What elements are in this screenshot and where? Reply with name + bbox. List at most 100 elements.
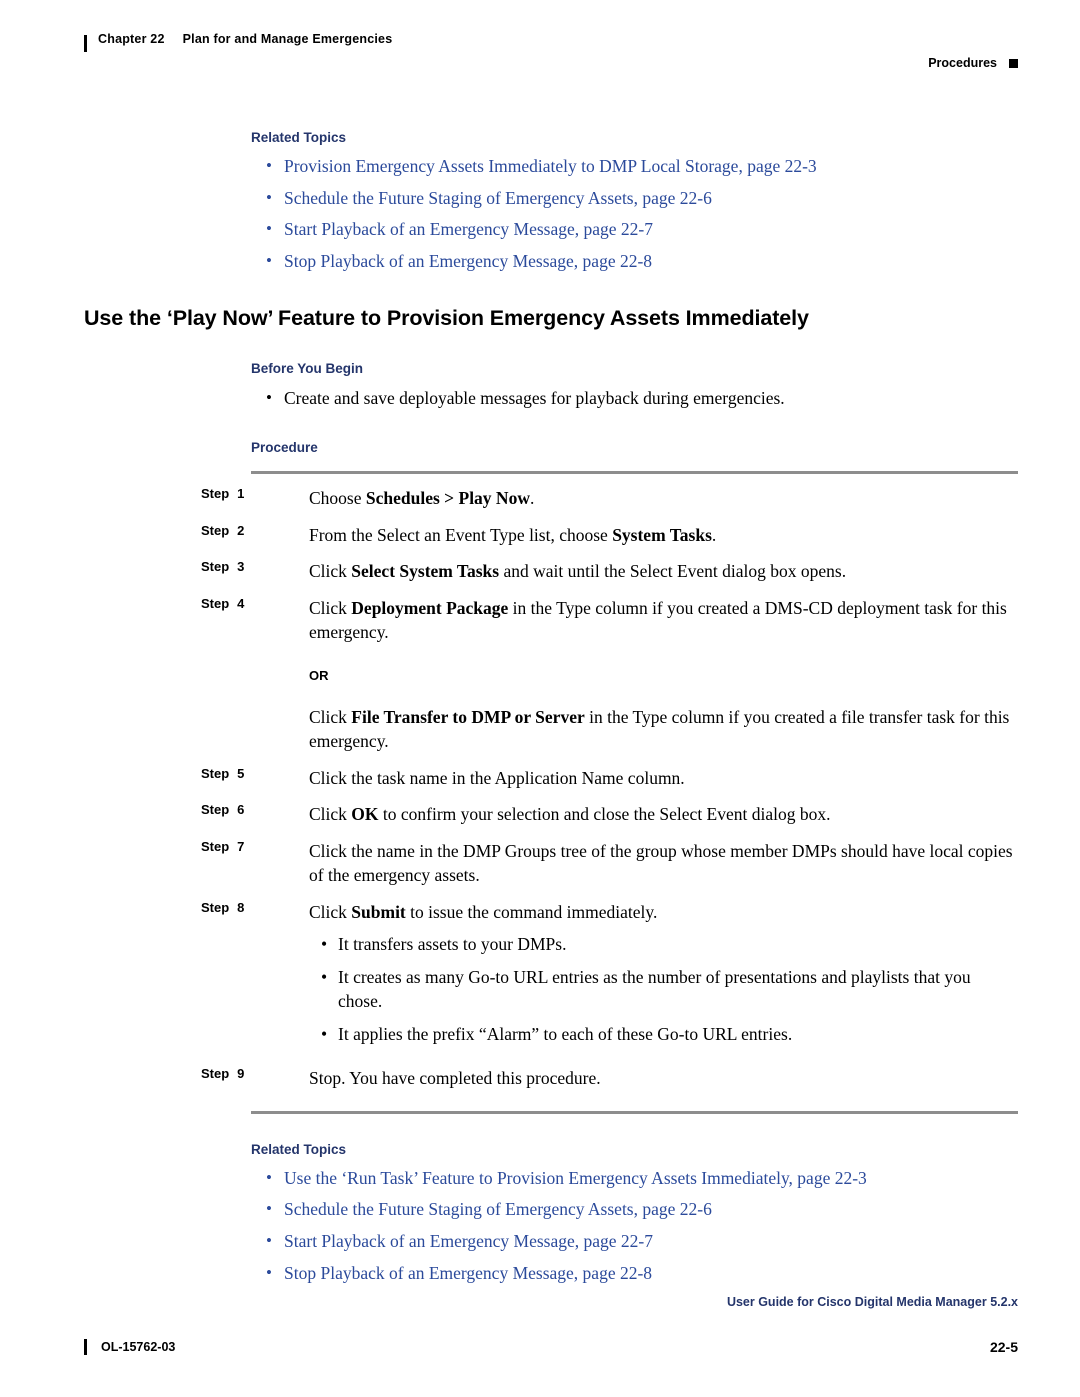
procedure-bottom-rule (251, 1110, 1018, 1114)
step-text: Choose Schedules > Play Now. (309, 486, 1018, 511)
step-alternate-text: Click File Transfer to DMP or Server in … (309, 705, 1018, 754)
step-text-cell: Click Select System Tasks and wait until… (309, 559, 1018, 596)
step-index: 5 (237, 765, 245, 781)
list-item: • It creates as many Go-to URL entries as… (309, 965, 1018, 1014)
list-item[interactable]: • Start Playback of an Emergency Message,… (84, 1230, 1018, 1254)
step-number-cell: Step 7 (201, 839, 309, 900)
step-text-run: Click (309, 561, 352, 581)
substep-text: It applies the prefix “Alarm” to each of… (338, 1023, 793, 1044)
step-number-cell: Step 5 (201, 766, 309, 803)
step-number-cell: Step 3 (201, 559, 309, 596)
step-index: 4 (237, 595, 245, 611)
bullet-icon: • (266, 1262, 272, 1282)
header-section-marker: Procedures (928, 56, 1018, 70)
step-text-run: to confirm your selection and close the … (378, 804, 831, 825)
step-text: Click OK to confirm your selection and c… (309, 802, 1018, 827)
substep-text: It transfers assets to your DMPs. (338, 934, 567, 955)
related-link[interactable]: Schedule the Future Staging of Emergency… (284, 1199, 712, 1219)
step-number-cell: Step 4 (201, 596, 309, 766)
related-topics-list-top: • Provision Emergency Assets Immediately … (84, 155, 1018, 274)
substep-text: It creates as many Go-to URL entries as … (338, 966, 971, 1012)
step-number-cell: Step 9 (201, 1066, 309, 1103)
step-row: Step 8 Click Submit to issue the command i… (201, 900, 1018, 1067)
header-chapter-info: Chapter 22 Plan for and Manage Emergenci… (84, 32, 393, 52)
step-text-cell: Click Submit to issue the command immedi… (309, 900, 1018, 1067)
list-item[interactable]: • Start Playback of an Emergency Message,… (84, 218, 1018, 242)
bullet-icon: • (321, 934, 328, 955)
related-link[interactable]: Start Playback of an Emergency Message, … (284, 219, 653, 239)
step-emphasis: System Tasks (612, 524, 712, 545)
bullet-icon: • (266, 187, 272, 207)
step-text-run: Click (309, 706, 352, 727)
step-row: Step 2 From the Select an Event Type list,… (201, 523, 1018, 560)
step-row: Step 4 Click Deployment Package in the Typ… (201, 596, 1018, 766)
step-emphasis: Submit (351, 901, 406, 922)
document-page: Chapter 22 Plan for and Manage Emergenci… (0, 0, 1080, 1397)
step-text-cell: Click Deployment Package in the Type col… (309, 596, 1018, 766)
related-link[interactable]: Start Playback of an Emergency Message, … (284, 1231, 653, 1251)
step-text-run: Click the name in the DMP Groups tree of… (309, 840, 1013, 886)
step-text-run: and wait until the Select Event dialog b… (499, 561, 847, 581)
list-item[interactable]: • Schedule the Future Staging of Emergenc… (84, 187, 1018, 211)
doc-number-label: OL-15762-03 (101, 1340, 176, 1354)
bullet-icon: • (266, 156, 272, 175)
list-item[interactable]: • Stop Playback of an Emergency Message, … (84, 1262, 1018, 1286)
header-rule-mark (84, 35, 87, 52)
step-text-run: From the Select an Event Type list, choo… (309, 524, 613, 545)
step-emphasis: Deployment Package (351, 597, 509, 618)
list-item: • Create and save deployable messages for… (84, 386, 1018, 411)
before-you-begin-item: Create and save deployable messages for … (284, 387, 785, 408)
step-emphasis: Schedules > Play Now (365, 488, 530, 508)
step-row: Step 6 Click OK to confirm your selection … (201, 802, 1018, 839)
step-number-cell: Step 6 (201, 802, 309, 839)
step-text-cell: Choose Schedules > Play Now. (309, 486, 1018, 523)
step-index: 7 (237, 838, 245, 854)
step-text-cell: Stop. You have completed this procedure. (309, 1066, 1018, 1103)
step-label: Step (201, 1066, 230, 1082)
related-link[interactable]: Schedule the Future Staging of Emergency… (284, 188, 712, 208)
procedure-steps-table: Step 1 Choose Schedules > Play Now. Step 2 Fr… (201, 486, 1018, 1103)
related-topics-heading-bottom: Related Topics (251, 1141, 347, 1157)
step-text-cell: Click the name in the DMP Groups tree of… (309, 839, 1018, 900)
step-label: Step (201, 765, 230, 781)
step-text: Click the task name in the Application N… (309, 766, 1018, 791)
step-index: 1 (237, 486, 245, 501)
step-text-run: . (711, 524, 717, 545)
step-text-run: . (529, 488, 535, 508)
list-item[interactable]: • Use the ‘Run Task’ Feature to Provision… (84, 1167, 1018, 1191)
footer-rule-mark (84, 1339, 87, 1355)
step-text-run: to issue the command immediately. (405, 901, 658, 922)
footer-guide-title: User Guide for Cisco Digital Media Manag… (726, 1295, 1018, 1309)
page-footer: User Guide for Cisco Digital Media Manag… (84, 1295, 1018, 1355)
header-section-label: Procedures (928, 56, 997, 70)
step-index: 9 (237, 1066, 245, 1082)
bullet-icon: • (266, 387, 272, 407)
list-item[interactable]: • Provision Emergency Assets Immediately … (84, 155, 1018, 179)
related-link[interactable]: Use the ‘Run Task’ Feature to Provision … (284, 1168, 867, 1188)
before-you-begin-list: • Create and save deployable messages for… (84, 386, 1018, 411)
step-emphasis: OK (351, 804, 379, 825)
step-label: Step (201, 486, 230, 501)
page-header: Chapter 22 Plan for and Manage Emergenci… (84, 32, 1018, 74)
step-label: Step (201, 559, 230, 574)
list-item: • It transfers assets to your DMPs. (309, 932, 1018, 957)
step-label: Step (201, 595, 230, 611)
step-label: Step (201, 838, 230, 854)
step-text: From the Select an Event Type list, choo… (309, 523, 1018, 548)
list-item[interactable]: • Schedule the Future Staging of Emergenc… (84, 1198, 1018, 1222)
step-text: Click Select System Tasks and wait until… (309, 559, 1018, 584)
step-emphasis: File Transfer to DMP or Server (351, 706, 585, 727)
list-item[interactable]: • Stop Playback of an Emergency Message, … (84, 250, 1018, 274)
step-text: Click the name in the DMP Groups tree of… (309, 839, 1018, 888)
step-text-run: Click (309, 804, 352, 825)
related-link[interactable]: Stop Playback of an Emergency Message, p… (284, 251, 652, 271)
step-text: Stop. You have completed this procedure. (309, 1066, 1018, 1091)
step-text-cell: From the Select an Event Type list, choo… (309, 523, 1018, 560)
related-link[interactable]: Stop Playback of an Emergency Message, p… (284, 1263, 652, 1283)
step-text-run: Click (309, 597, 352, 618)
step-emphasis: Select System Tasks (351, 561, 500, 581)
step-label: Step (201, 899, 230, 915)
related-link[interactable]: Provision Emergency Assets Immediately t… (284, 156, 817, 176)
step-row: Step 7 Click the name in the DMP Groups tr… (201, 839, 1018, 900)
chapter-title: Plan for and Manage Emergencies (182, 32, 393, 46)
